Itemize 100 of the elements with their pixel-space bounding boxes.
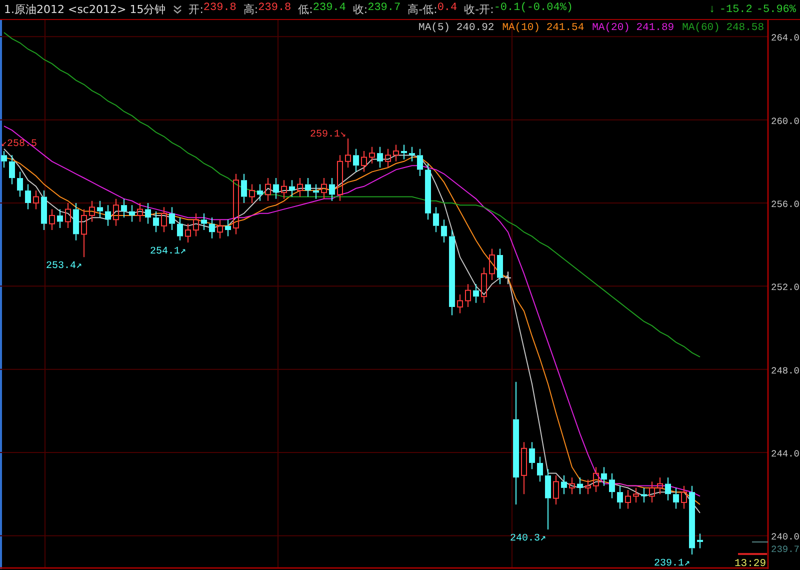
- candlestick: [137, 202, 143, 222]
- candlestick: [17, 171, 23, 198]
- candlestick: [33, 190, 39, 210]
- candlestick: [113, 198, 119, 226]
- change-value: -15.2: [719, 4, 752, 16]
- candlestick: [425, 163, 431, 220]
- candlestick: [401, 144, 407, 160]
- candlestick: [409, 146, 415, 162]
- candlestick: [1, 150, 7, 168]
- legend-label: MA(10) 241.54: [502, 22, 584, 34]
- axis-label: 248.0: [771, 365, 800, 376]
- candlestick: [625, 489, 631, 510]
- candlestick: [185, 223, 191, 243]
- candlestick: [161, 206, 167, 233]
- candlestick: [553, 474, 559, 506]
- price-annotation: 259.1↘: [310, 130, 346, 141]
- candlestick: [465, 284, 471, 308]
- candlestick: [681, 485, 687, 510]
- candlestick: [504, 271, 512, 285]
- candlestick: [49, 208, 55, 231]
- last-price-label: 239.7: [771, 544, 800, 555]
- candlestick: [177, 217, 183, 241]
- candlestick: [273, 178, 279, 200]
- candlestick: [441, 219, 447, 243]
- quote-value: 239.8: [258, 2, 292, 16]
- quote-value: 0.4: [437, 2, 458, 16]
- candlestick: [585, 479, 591, 495]
- quote-label: 低:: [298, 2, 313, 17]
- candlestick: [577, 477, 583, 495]
- candlestick: [609, 472, 615, 499]
- candlestick: [601, 466, 607, 486]
- down-arrow: ↓: [708, 4, 716, 16]
- axis-label: 252.0: [771, 282, 800, 294]
- candlestick: [337, 154, 343, 202]
- quote-label: 高-低:: [408, 2, 438, 17]
- candlestick: [417, 148, 423, 176]
- candlestick: [385, 148, 391, 168]
- quote-value: 239.4: [312, 2, 346, 16]
- candlestick: [329, 178, 335, 202]
- candlestick: [145, 202, 151, 224]
- candlestick: [345, 138, 351, 168]
- time-label: 13:29: [734, 558, 766, 569]
- candlestick: [641, 487, 647, 503]
- candlestick: [433, 206, 439, 233]
- candlestick: [81, 208, 87, 258]
- chart-title: 1.原油2012 <sc2012> 15分钟: [4, 2, 166, 17]
- legend-label: MA(60) 248.58: [682, 22, 764, 34]
- axis-label: 264.0: [771, 32, 800, 44]
- price-annotation: 254.1↗: [150, 246, 186, 258]
- candlestick: [25, 184, 31, 210]
- axis-label: 260.0: [771, 116, 800, 127]
- candlestick: [281, 180, 287, 200]
- candlestick: [489, 248, 495, 280]
- candlestick: [521, 442, 527, 495]
- candlestick: [633, 487, 639, 503]
- legend-label: MA(20) 241.89: [592, 22, 674, 34]
- double-chevron-icon[interactable]: [172, 5, 182, 14]
- candlestick: [353, 148, 359, 172]
- quote-value: 239.8: [203, 2, 236, 16]
- candlestick: [209, 217, 215, 239]
- candlestick: [89, 200, 95, 222]
- candlestick: [689, 485, 695, 555]
- price-annotation: 253.4↗: [46, 261, 82, 272]
- candlestick: [289, 180, 295, 198]
- candlestick: [361, 150, 367, 172]
- candlestick: [561, 474, 567, 495]
- candlestick: [305, 178, 311, 198]
- axis-label: 256.0: [771, 199, 800, 210]
- quote-label: 开:: [188, 2, 204, 17]
- candlestick: [225, 219, 231, 237]
- candlestick: [105, 204, 111, 226]
- candlestick: [249, 184, 255, 204]
- candlestick: [9, 154, 15, 185]
- candlestick: [241, 173, 247, 204]
- candlestick: [697, 533, 703, 549]
- candlestick: [313, 184, 319, 200]
- quote-label: 高:: [243, 2, 258, 17]
- price-annotation: 239.1↗: [654, 558, 690, 569]
- candlestick: [297, 178, 303, 198]
- quote-value: 239.7: [368, 2, 401, 16]
- candlestick: [665, 477, 671, 501]
- candlestick: [393, 144, 399, 162]
- candlestick: [153, 210, 159, 233]
- legend-label: MA(5) 240.92: [418, 22, 494, 34]
- change-percent: -5.96%: [756, 4, 796, 16]
- candlestick: [537, 456, 543, 482]
- candlestick: [377, 146, 383, 168]
- candlestick: [321, 178, 327, 200]
- candlestick: [473, 284, 479, 304]
- price-annotation: 240.3↗: [510, 534, 546, 544]
- quote-label: 收-开:: [464, 2, 494, 17]
- candlestick: [457, 294, 463, 314]
- candlestick: [97, 200, 103, 218]
- candlestick: [593, 466, 599, 493]
- candlestick: [265, 178, 271, 202]
- candlestick: [545, 468, 551, 530]
- candlestick: [169, 206, 175, 231]
- candlestick: [657, 477, 663, 495]
- candlestick: [121, 198, 127, 218]
- quote-value: -0.1(-0.04%): [494, 2, 574, 16]
